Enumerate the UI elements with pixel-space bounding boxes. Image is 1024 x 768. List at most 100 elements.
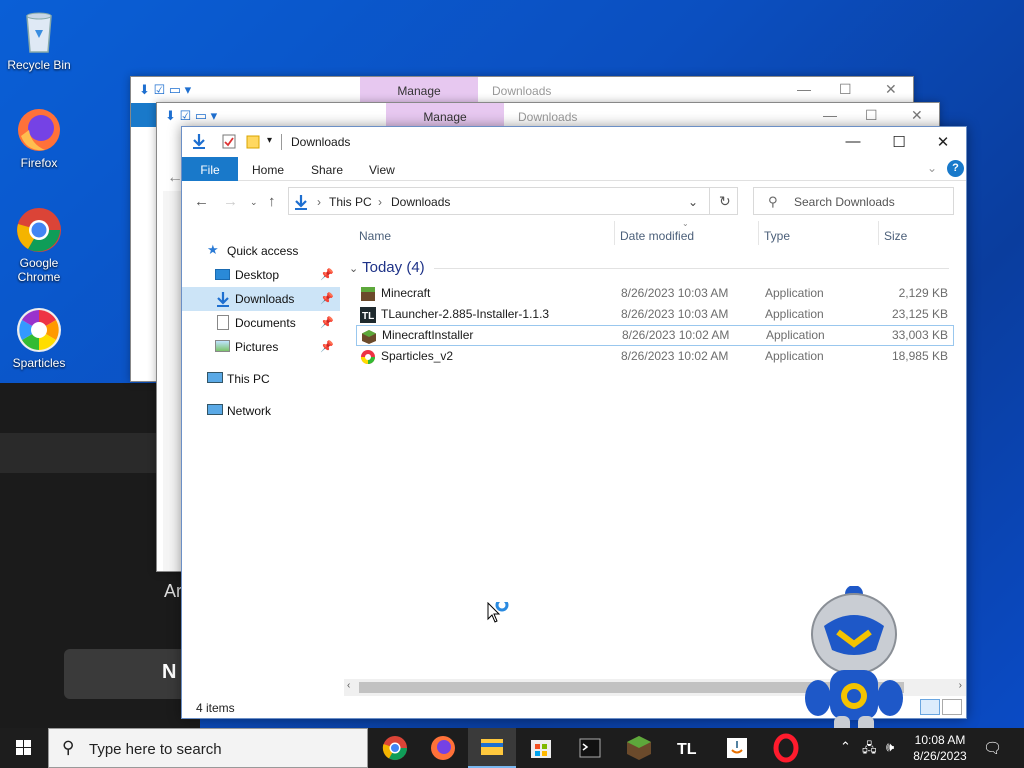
scroll-right-icon[interactable]: ›: [959, 680, 962, 691]
taskbar-tlauncher[interactable]: TL: [664, 728, 712, 768]
notifications-icon[interactable]: 🗨: [983, 739, 1002, 757]
collapse-icon[interactable]: ⌄: [349, 263, 358, 275]
properties-icon[interactable]: [222, 134, 236, 152]
nav-label: Desktop: [235, 268, 280, 282]
file-row[interactable]: Minecraft 8/26/2023 10:03 AM Application…: [356, 283, 954, 304]
column-header-name[interactable]: Name: [359, 229, 391, 243]
file-row-focused[interactable]: MinecraftInstaller 8/26/2023 10:02 AM Ap…: [356, 325, 954, 346]
taskbar-java[interactable]: [713, 728, 761, 768]
up-icon[interactable]: ↑: [268, 193, 276, 210]
taskbar-file-explorer[interactable]: [468, 728, 516, 768]
network-tray-icon[interactable]: 🖧: [862, 739, 877, 761]
volume-icon[interactable]: 🕪: [886, 739, 894, 755]
expand-ribbon-icon[interactable]: ⌄: [927, 161, 937, 175]
back-icon[interactable]: ←: [194, 193, 209, 210]
nav-desktop[interactable]: Desktop 📌: [182, 263, 340, 287]
close-icon[interactable]: ✕: [911, 107, 923, 124]
taskbar-search[interactable]: ⚲ Type here to search: [48, 728, 368, 768]
breadcrumb-separator-icon[interactable]: ›: [317, 195, 321, 209]
nav-this-pc[interactable]: This PC: [182, 367, 340, 391]
file-date: 8/26/2023 10:02 AM: [622, 328, 730, 342]
breadcrumb-this-pc[interactable]: This PC: [329, 195, 372, 209]
taskbar-store[interactable]: [517, 728, 565, 768]
desktop-icon-sparticles[interactable]: Sparticles: [4, 306, 74, 370]
nav-label: Pictures: [235, 340, 279, 354]
customize-toolbar-icon[interactable]: ▾: [267, 135, 272, 146]
group-header[interactable]: ⌄ Today (4): [349, 259, 425, 276]
minimize-icon[interactable]: —: [823, 107, 837, 123]
address-bar[interactable]: › This PC › Downloads ⌄ ↻: [288, 187, 738, 215]
maximize-icon[interactable]: ☐: [865, 107, 878, 124]
large-icons-view-icon[interactable]: [942, 699, 962, 715]
file-row[interactable]: TL TLauncher-2.885-Installer-1.1.3 8/26/…: [356, 304, 954, 325]
pin-icon[interactable]: 📌: [320, 292, 334, 305]
file-size: 18,985 KB: [891, 349, 948, 363]
close-icon[interactable]: ✕: [920, 127, 966, 157]
nav-downloads[interactable]: Downloads 📌: [182, 287, 340, 311]
title-bar[interactable]: ▾ Downloads — ☐ ✕: [182, 127, 966, 157]
windows-logo-icon: [16, 740, 31, 755]
start-button[interactable]: [0, 728, 48, 768]
forward-icon[interactable]: →: [223, 193, 238, 210]
column-header-size[interactable]: Size: [884, 229, 907, 243]
show-hidden-icons-icon[interactable]: ⌃: [840, 739, 851, 755]
desktop-icon-recycle-bin[interactable]: Recycle Bin: [4, 8, 74, 72]
tab-share[interactable]: Share: [311, 157, 343, 181]
taskbar-opera[interactable]: [762, 728, 810, 768]
maximize-icon[interactable]: ☐: [876, 127, 922, 157]
maximize-icon[interactable]: ☐: [839, 81, 852, 98]
recycle-bin-icon: [15, 8, 63, 56]
taskbar-firefox[interactable]: [419, 728, 467, 768]
column-separator[interactable]: [614, 221, 615, 245]
tab-home[interactable]: Home: [252, 157, 284, 181]
minecraft-block-icon: [361, 329, 377, 345]
help-icon[interactable]: ?: [947, 160, 964, 177]
navigation-pane: ★ Quick access Desktop 📌 Downloads 📌 Doc…: [182, 237, 342, 677]
search-icon: ⚲: [768, 194, 778, 209]
pin-icon[interactable]: 📌: [320, 316, 334, 329]
file-type: Application: [766, 328, 825, 342]
taskbar-terminal[interactable]: [566, 728, 614, 768]
nav-network[interactable]: Network: [182, 399, 340, 423]
taskbar-minecraft[interactable]: [615, 728, 663, 768]
tab-view[interactable]: View: [369, 157, 395, 181]
recent-locations-icon[interactable]: ⌄: [250, 197, 258, 208]
column-header-type[interactable]: Type: [764, 229, 790, 243]
nav-pictures[interactable]: Pictures 📌: [182, 335, 340, 359]
desktop-icon-chrome[interactable]: Google Chrome: [4, 206, 74, 284]
desktop-icon-firefox[interactable]: Firefox: [4, 106, 74, 170]
clock[interactable]: 10:08 AM 8/26/2023: [910, 732, 970, 764]
minimize-icon[interactable]: —: [797, 81, 811, 97]
nav-label: Network: [227, 404, 272, 418]
column-header-date[interactable]: Date modified: [620, 229, 694, 243]
scroll-left-icon[interactable]: ‹: [347, 680, 350, 691]
tlauncher-icon: TL: [360, 307, 376, 323]
file-name: Sparticles_v2: [381, 349, 454, 363]
group-label: Today (4): [362, 259, 425, 276]
minimize-icon[interactable]: —: [830, 127, 876, 157]
file-date: 8/26/2023 10:02 AM: [621, 349, 729, 363]
address-dropdown-icon[interactable]: ⌄: [688, 195, 698, 209]
pin-icon[interactable]: 📌: [320, 340, 334, 353]
taskbar: ⚲ Type here to search TL ⌃ 🖧 🕪 10:08 AM …: [0, 728, 1024, 768]
details-view-icon[interactable]: [920, 699, 940, 715]
tab-file[interactable]: File: [182, 157, 238, 181]
new-folder-icon[interactable]: [246, 134, 260, 152]
pin-icon[interactable]: 📌: [320, 268, 334, 281]
nav-quick-access[interactable]: ★ Quick access: [182, 239, 340, 263]
column-separator[interactable]: [878, 221, 879, 245]
file-date: 8/26/2023 10:03 AM: [621, 286, 729, 300]
close-icon[interactable]: ✕: [885, 81, 897, 98]
background-app-button[interactable]: N: [64, 649, 200, 699]
breadcrumb-separator-icon[interactable]: ›: [378, 195, 382, 209]
refresh-icon[interactable]: ↻: [719, 193, 731, 210]
pictures-icon: [215, 340, 230, 352]
column-separator[interactable]: [758, 221, 759, 245]
nav-documents[interactable]: Documents 📌: [182, 311, 340, 335]
mascot-character[interactable]: [800, 585, 910, 746]
taskbar-chrome[interactable]: [371, 728, 419, 768]
search-box[interactable]: ⚲ Search Downloads: [753, 187, 954, 215]
breadcrumb-downloads[interactable]: Downloads: [391, 195, 450, 209]
file-row[interactable]: Sparticles_v2 8/26/2023 10:02 AM Applica…: [356, 346, 954, 367]
download-arrow-icon[interactable]: [191, 133, 207, 152]
